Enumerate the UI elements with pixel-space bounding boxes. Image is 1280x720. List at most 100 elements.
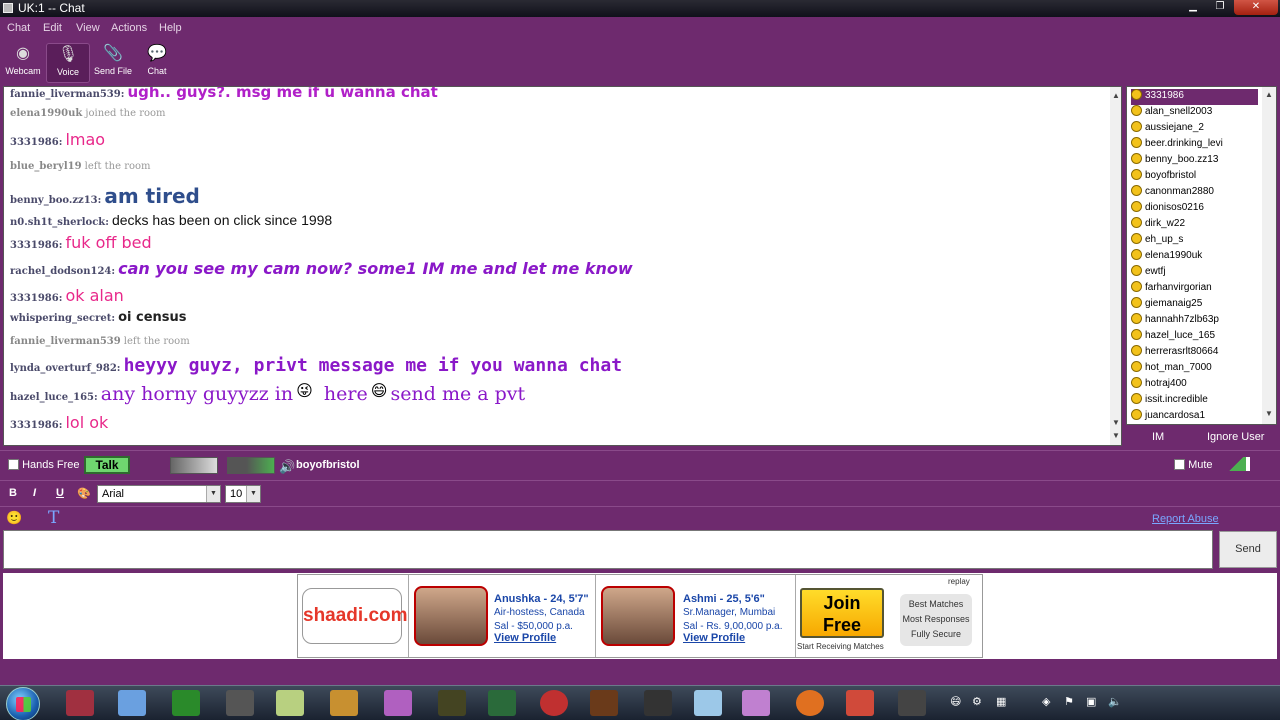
messenger-icon[interactable] [742,690,770,716]
send-file-button[interactable]: 📎 Send File [92,43,134,83]
tray-emoticon-icon[interactable]: 😄 [950,695,961,708]
user-list-item[interactable]: 3331986 [1131,89,1258,105]
taskbar-app-icon[interactable] [438,690,466,716]
user-list-item[interactable]: giemanaig25 [1131,297,1258,313]
talk-button[interactable]: Talk [84,456,130,474]
chat-nick[interactable]: rachel_dodson124: [10,266,115,277]
ad-profile-2[interactable]: Ashmi - 25, 5'6" Sr.Manager, Mumbai Sal … [596,575,796,657]
chat-nick[interactable]: blue_beryl19 [10,161,82,172]
scroll-up-icon[interactable]: ▲ [1112,91,1120,100]
audio-app-icon[interactable] [172,690,200,716]
scroll-down-icon[interactable]: ▼ [1112,431,1120,440]
chat-nick[interactable]: 3331986: [10,240,62,251]
shaadi-ad[interactable]: shaadi.com Anushka - 24, 5'7" Air-hostes… [297,574,983,658]
chat-nick[interactable]: lynda_overturf_982: [10,363,121,374]
close-button[interactable]: ✕ [1234,0,1278,15]
user-list-item[interactable]: juancardosa1 [1131,409,1258,424]
im-button[interactable]: IM [1152,431,1164,443]
message-input[interactable] [3,530,1213,569]
join-free-button[interactable]: Join Free [800,588,884,638]
chat-nick[interactable]: 3331986: [10,293,62,304]
volume-icon[interactable]: 🔈 [1108,695,1122,708]
bug-icon[interactable] [590,690,618,716]
chat-nick[interactable]: whispering_secret: [10,313,115,324]
user-list-item[interactable]: aussiejane_2 [1131,121,1258,137]
menu-actions[interactable]: Actions [111,22,147,34]
chat-nick[interactable]: 3331986: [10,420,62,431]
voice-button[interactable]: 🎙 Voice [46,43,90,83]
user-list-item[interactable]: hotraj400 [1131,377,1258,393]
chat-nick[interactable]: fannie_liverman539: [10,89,124,100]
chat-nick[interactable]: 3331986: [10,137,62,148]
color-palette-icon[interactable]: 🎨 [77,487,91,500]
ad-profile-1[interactable]: Anushka - 24, 5'7" Air-hostess, Canada S… [409,575,596,657]
menu-view[interactable]: View [76,22,100,34]
taskbar-app-icon[interactable] [488,690,516,716]
speaker-app-icon[interactable] [846,690,874,716]
notes-icon[interactable] [276,690,304,716]
user-list-item[interactable]: benny_boo.zz13 [1131,153,1258,169]
taskbar-app-icon[interactable] [66,690,94,716]
chat-nick[interactable]: benny_boo.zz13: [10,195,101,206]
ladybug-icon[interactable] [540,690,568,716]
profile-photo[interactable] [414,586,488,646]
user-list-item[interactable]: hot_man_7000 [1131,361,1258,377]
chat-scrollbar[interactable]: ▲ ▼ ▼ [1110,87,1121,445]
send-button[interactable]: Send [1219,531,1277,568]
report-abuse-link[interactable]: Report Abuse [1152,513,1219,525]
user-list-item[interactable]: dionisos0216 [1131,201,1258,217]
maximize-button[interactable]: ❐ [1207,0,1233,15]
replay-link[interactable]: replay [948,577,970,586]
user-list-item[interactable]: dirk_w22 [1131,217,1258,233]
tray-icon[interactable]: ▦ [996,695,1006,708]
minimize-button[interactable]: ▁ [1180,0,1206,15]
menu-help[interactable]: Help [159,22,182,34]
volume-slider[interactable] [1226,457,1250,471]
hands-free-toggle[interactable]: Hands Free [8,459,80,471]
user-list-item[interactable]: elena1990uk [1131,249,1258,265]
hands-free-checkbox[interactable] [8,459,19,470]
tray-icon[interactable]: ◈ [1042,695,1050,708]
user-list-item[interactable]: issit.incredible [1131,393,1258,409]
mute-toggle[interactable]: Mute [1174,459,1213,471]
user-list-item[interactable]: herrerasrlt80664 [1131,345,1258,361]
network-icon[interactable]: ▣ [1086,695,1096,708]
text-style-icon[interactable]: T [48,508,59,528]
view-profile-link[interactable]: View Profile [494,632,556,644]
font-select[interactable]: Arial ▼ [97,485,221,503]
font-size-select[interactable]: 10 ▼ [225,485,261,503]
user-list-scrollbar[interactable]: ▲ ▼ [1262,87,1276,424]
game-icon[interactable] [330,690,358,716]
smiley-icon[interactable]: 🙂 [6,510,22,526]
user-list-item[interactable]: beer.drinking_levi [1131,137,1258,153]
profile-photo[interactable] [601,586,675,646]
flag-icon[interactable]: ⚑ [1064,695,1074,708]
taskbar-app-icon[interactable] [694,690,722,716]
user-list-item[interactable]: hazel_luce_165 [1131,329,1258,345]
chat-nick[interactable]: n0.sh1t_sherlock: [10,217,109,228]
firefox-icon[interactable] [796,690,824,716]
messenger-icon[interactable] [384,690,412,716]
user-list-item[interactable]: hannahh7zlb63p [1131,313,1258,329]
italic-button[interactable]: I [33,487,36,499]
menu-chat[interactable]: Chat [7,22,30,34]
user-list-item[interactable]: boyofbristol [1131,169,1258,185]
chat-button[interactable]: 💬 Chat [140,43,174,83]
underline-button[interactable]: U [56,487,64,499]
view-profile-link[interactable]: View Profile [683,632,745,644]
taskbar-app-icon[interactable] [226,690,254,716]
chat-nick[interactable]: fannie_liverman539 [10,336,121,347]
ignore-user-button[interactable]: Ignore User [1207,431,1264,443]
user-list-item[interactable]: alan_snell2003 [1131,105,1258,121]
shaadi-logo[interactable]: shaadi.com [302,588,408,644]
menu-edit[interactable]: Edit [43,22,62,34]
scroll-up-icon[interactable]: ▲ [1265,90,1273,99]
user-list-item[interactable]: farhanvirgorian [1131,281,1258,297]
start-button[interactable] [6,687,40,720]
computer-icon[interactable] [118,690,146,716]
chat-nick[interactable]: elena1990uk [10,108,82,119]
tray-icon[interactable]: ⚙ [972,695,982,708]
user-list-item[interactable]: ewtfj [1131,265,1258,281]
tower-icon[interactable] [644,690,672,716]
user-list-item[interactable]: eh_up_s [1131,233,1258,249]
